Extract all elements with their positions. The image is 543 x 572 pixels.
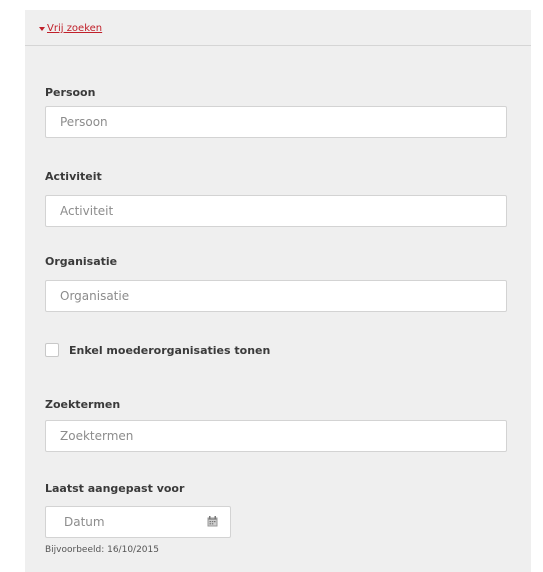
zoektermen-label: Zoektermen	[45, 398, 121, 411]
free-search-toggle[interactable]: Vrij zoeken	[39, 23, 102, 34]
top-strip	[0, 0, 543, 10]
calendar-icon[interactable]	[207, 516, 218, 527]
free-search-panel: Vrij zoeken Persoon Activiteit Organisat…	[25, 10, 531, 572]
mother-organisations-row: Enkel moederorganisaties tonen	[45, 343, 270, 357]
free-search-toggle-label: Vrij zoeken	[47, 23, 103, 34]
date-input[interactable]	[46, 507, 196, 537]
activiteit-input[interactable]	[45, 195, 507, 227]
caret-down-icon	[39, 27, 45, 31]
persoon-input[interactable]	[45, 106, 507, 138]
last-modified-label: Laatst aangepast voor	[45, 482, 185, 495]
panel-header: Vrij zoeken	[25, 10, 531, 46]
mother-organisations-checkbox[interactable]	[45, 343, 59, 357]
activiteit-label: Activiteit	[45, 170, 102, 183]
zoektermen-input[interactable]	[45, 420, 507, 452]
mother-organisations-label[interactable]: Enkel moederorganisaties tonen	[69, 344, 270, 357]
date-example-hint: Bijvoorbeeld: 16/10/2015	[45, 545, 159, 555]
persoon-label: Persoon	[45, 86, 96, 99]
organisatie-label: Organisatie	[45, 255, 118, 268]
date-field	[45, 506, 231, 538]
organisatie-input[interactable]	[45, 280, 507, 312]
